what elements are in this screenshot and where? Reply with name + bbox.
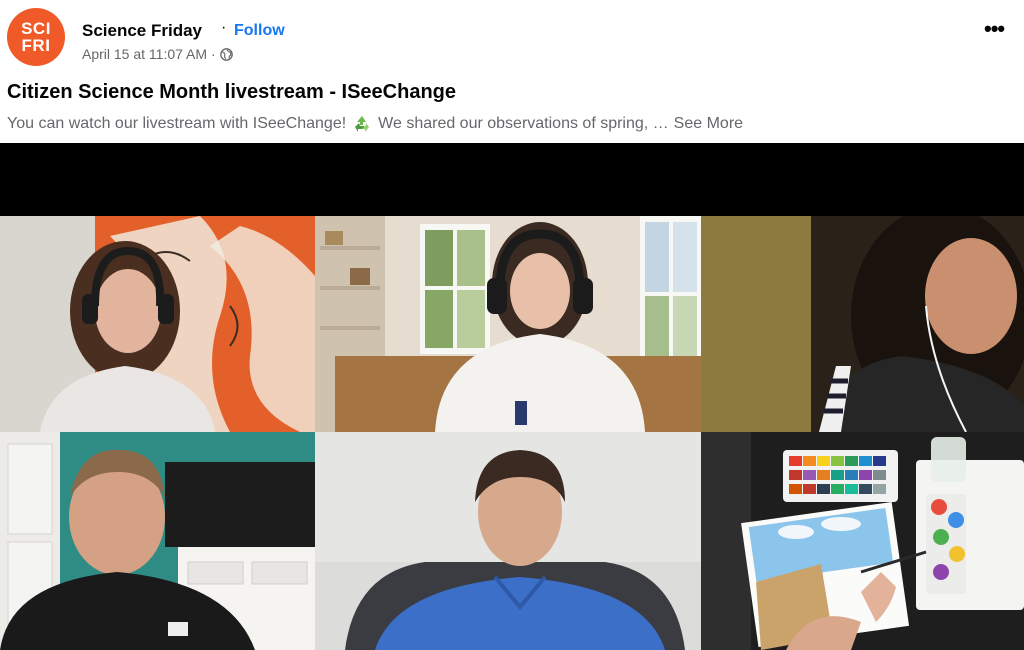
video-tile-participant-4 [0,432,315,650]
follow-button[interactable]: Follow [234,22,285,40]
avatar[interactable]: SCI FRI [7,8,65,66]
avatar-line-2: FRI [21,36,51,55]
page-name[interactable]: Science Friday [82,21,202,41]
livestream-video[interactable] [0,143,1024,650]
post-text: You can watch our livestream with ISeeCh… [7,114,743,134]
post-text-start: You can watch our livestream with ISeeCh… [7,115,347,132]
participant-2-scene [315,216,701,432]
participant-5-scene [315,432,701,650]
video-tile-participant-2 [315,216,701,432]
post-header: SCI FRI Science Friday · Follow April 15… [0,0,1024,143]
video-tile-participant-1 [0,216,315,432]
meta-separator: · [211,46,216,62]
post-meta: April 15 at 11:07 AM · [82,46,233,62]
more-options-icon[interactable]: ••• [984,16,1005,42]
see-more-link[interactable]: See More [674,115,743,133]
name-separator: · [221,19,227,36]
participant-4-scene [0,432,315,650]
post-title: Citizen Science Month livestream - ISeeC… [7,81,457,103]
video-tile-participant-3 [701,216,1024,432]
avatar-line-1: SCI [21,19,51,38]
globe-icon [219,47,233,61]
participant-1-scene [0,216,315,432]
recycle-icon [355,116,370,132]
video-tile-participant-6 [701,432,1024,650]
participant-6-scene [701,432,1024,650]
participant-3-scene [701,216,1024,432]
post-text-end: We shared our observations of spring, … [378,115,669,132]
post-timestamp[interactable]: April 15 at 11:07 AM [82,46,207,62]
video-tile-participant-5 [315,432,701,650]
